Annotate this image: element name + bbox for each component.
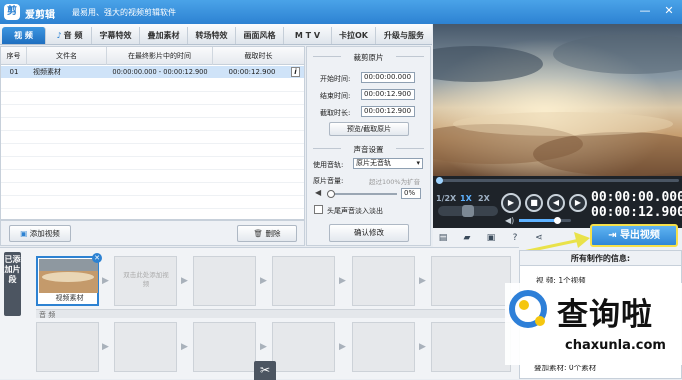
clip-slot-empty[interactable]: 双击此处添加视频 (114, 256, 177, 306)
watermark-text: 查询啦 (557, 297, 653, 333)
transition-arrow-icon[interactable]: ▶ (338, 276, 347, 286)
info-panel-title: 所有制作的信息: (520, 251, 681, 266)
audio-slot[interactable] (431, 322, 511, 372)
audio-arrow-icon: ▶ (419, 342, 426, 352)
audio-arrow-icon: ▶ (102, 342, 109, 352)
clip-slot-empty[interactable] (272, 256, 335, 306)
remove-clip-icon[interactable]: ✕ (92, 253, 102, 263)
watermark: 查询啦 chaxunla.com (505, 283, 682, 365)
clip-thumbnail-image (39, 259, 98, 293)
audio-arrow-icon: ▶ (339, 342, 346, 352)
audio-track-header: 音 频 (36, 309, 516, 319)
scissors-icon[interactable]: ✂ (254, 361, 276, 380)
watermark-url: chaxunla.com (565, 338, 666, 353)
timeline: 已添加片段 视频素材 ✕ ▶ 双击此处添加视频 ▶ ▶ ▶ ▶ 音 频 ▶ ▶ … (0, 247, 519, 380)
clip-slot-empty[interactable] (193, 256, 256, 306)
audio-track-label: 音 频 (39, 311, 56, 319)
clip-slot-empty[interactable] (352, 256, 415, 306)
audio-slot[interactable] (36, 322, 99, 372)
transition-arrow-icon[interactable]: ▶ (259, 276, 268, 286)
add-video-hint: 双击此处添加视频 (123, 271, 169, 288)
clip-slot-empty[interactable] (431, 256, 511, 306)
transition-arrow-icon[interactable]: ▶ (180, 276, 189, 286)
audio-arrow-icon: ▶ (181, 342, 188, 352)
added-clips-tab[interactable]: 已添加片段 (4, 252, 21, 316)
audio-arrow-icon: ▶ (260, 342, 267, 352)
clip-label: 视频素材 (55, 294, 84, 302)
audio-slot[interactable] (114, 322, 177, 372)
audio-slot[interactable] (272, 322, 335, 372)
audio-slot[interactable] (352, 322, 415, 372)
transition-arrow-icon[interactable]: ▶ (418, 276, 427, 286)
audio-slot[interactable] (193, 322, 256, 372)
clip-thumbnail[interactable]: 视频素材 ✕ (36, 253, 102, 306)
transition-arrow-icon[interactable]: ▶ (101, 276, 110, 286)
